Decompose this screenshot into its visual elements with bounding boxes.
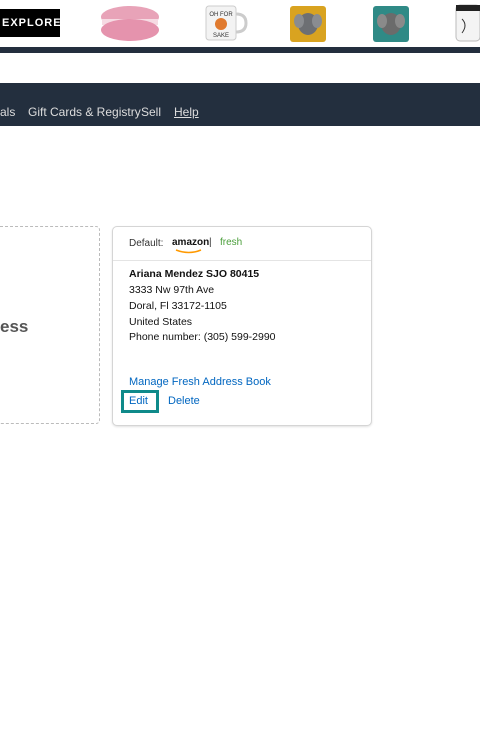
explore-button[interactable]: EXPLORE <box>0 9 61 37</box>
manage-fresh-address-book-link[interactable]: Manage Fresh Address Book <box>129 376 271 388</box>
delete-address-link[interactable]: Delete <box>168 395 200 407</box>
address-card-header: Default: amazon | fresh <box>113 227 371 261</box>
address-city: Doral, Fl 33172-1105 <box>129 300 227 312</box>
edit-address-link[interactable]: Edit <box>129 395 148 407</box>
svg-text:SAKE: SAKE <box>213 33 229 39</box>
amazon-smile-icon <box>175 249 202 254</box>
svg-text:OH FOR: OH FOR <box>209 12 233 18</box>
add-address-label: ess <box>0 317 29 336</box>
address-street: 3333 Nw 97th Ave <box>129 284 215 296</box>
brand-separator: | <box>209 237 212 248</box>
nav-item-help[interactable]: Help <box>174 83 199 126</box>
nav-bar: als Gift Cards & Registry Sell Help <box>0 83 480 126</box>
elephant-pillow-yellow-image[interactable] <box>288 4 328 44</box>
address-country: United States <box>129 316 193 328</box>
elephant-pillow-teal-image[interactable] <box>371 4 411 44</box>
mug-image[interactable]: OH FOR SAKE <box>202 4 248 44</box>
nav-item-sell[interactable]: Sell <box>141 83 161 126</box>
macaron-pillow-image[interactable] <box>100 3 160 43</box>
address-phone: Phone number: (305) 599-2990 <box>129 331 276 343</box>
travel-mug-image[interactable] <box>452 3 480 45</box>
nav-item-deals[interactable]: als <box>0 83 15 126</box>
fresh-logo: fresh <box>220 237 243 248</box>
amazon-logo: amazon <box>172 237 210 248</box>
default-label: Default: <box>129 238 164 249</box>
ad-banner[interactable]: EXPLORE OH FOR SAKE <box>0 0 480 47</box>
nav-item-gift-cards[interactable]: Gift Cards & Registry <box>28 83 141 126</box>
address-name: Ariana Mendez SJO 80415 <box>129 268 260 280</box>
ad-banner-divider <box>0 47 480 53</box>
